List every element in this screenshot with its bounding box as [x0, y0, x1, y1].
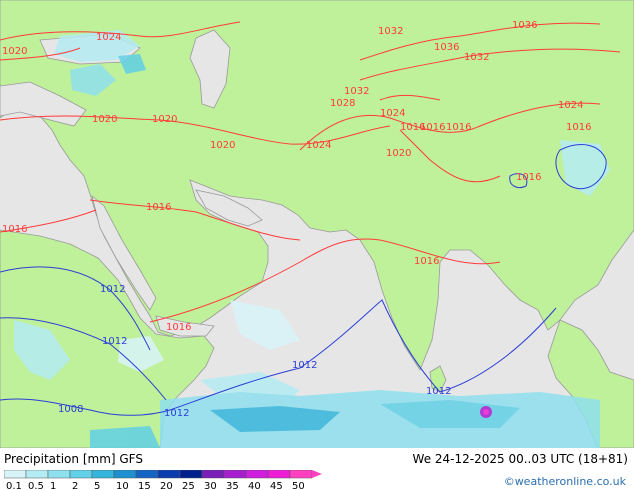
isobar-label: 1020: [92, 114, 117, 125]
isobar-label: 1028: [330, 98, 355, 109]
isobar-label: 1016: [414, 256, 439, 267]
isobar-label: 1024: [306, 140, 331, 151]
isobar-label: 1036: [512, 20, 537, 31]
colorbar-swatch: [91, 470, 115, 479]
forecast-datetime: We 24-12-2025 00..03 UTC (18+81): [412, 452, 628, 466]
colorbar-swatch: [289, 470, 313, 479]
colorbar-label: 0.1: [6, 481, 22, 490]
colorbar-label: 15: [138, 481, 151, 490]
isobar-label: 1016: [2, 224, 27, 235]
isobar-label: 1012: [292, 360, 317, 371]
isobar-label: 1020: [152, 114, 177, 125]
colorbar-swatch: [135, 470, 159, 479]
colorbar-swatch: [4, 470, 27, 479]
isobar-label: 1016: [166, 322, 191, 333]
isobar-label: 1024: [558, 100, 583, 111]
isobar-label: 1012: [102, 336, 127, 347]
isobar-label: 1016: [146, 202, 171, 213]
colorbar-label: 50: [292, 481, 305, 490]
colorbar-swatch: [47, 470, 71, 479]
credit-link[interactable]: ©weatheronline.co.uk: [504, 475, 626, 488]
colorbar-swatch: [179, 470, 203, 479]
isobar-label: 1016: [516, 172, 541, 183]
colorbar-label: 20: [160, 481, 173, 490]
colorbar-label: 5: [94, 481, 100, 490]
isobar-label: 1032: [344, 86, 369, 97]
colorbar-label: 25: [182, 481, 195, 490]
weather-map-view: 1020 1024 1020 1020 1020 1016 1016 1016 …: [0, 0, 634, 490]
isobar-label: 1016: [446, 122, 471, 133]
isobar-label: 1032: [464, 52, 489, 63]
isobar-label: 1016: [420, 122, 445, 133]
isobar-label: 1032: [378, 26, 403, 37]
colorbar-label: 2: [72, 481, 78, 490]
isobar-label: 1012: [100, 284, 125, 295]
isobar-label: 1012: [426, 386, 451, 397]
isobar-label: 1024: [380, 108, 405, 119]
colorbar-label: 10: [116, 481, 129, 490]
colorbar-swatch: [267, 470, 291, 479]
colorbar-swatch: [223, 470, 247, 479]
isobar-label: 1036: [434, 42, 459, 53]
isobar-label: 1020: [2, 46, 27, 57]
colorbar-label: 1: [50, 481, 56, 490]
colorbar-arrow: [312, 470, 322, 478]
isobar-label: 1008: [58, 404, 83, 415]
colorbar-label: 45: [270, 481, 283, 490]
isobar-label: 1016: [566, 122, 591, 133]
isobar-label: 1020: [386, 148, 411, 159]
colorbar-swatch: [201, 470, 225, 479]
precipitation-colorbar: 0.1 0.5 1 2 5 10 15 20 25 30 35 40 45 50: [4, 470, 322, 490]
legend-title: Precipitation [mm] GFS: [4, 452, 143, 466]
colorbar-label: 0.5: [28, 481, 44, 490]
colorbar-label: 40: [248, 481, 261, 490]
isobar-label: 1012: [164, 408, 189, 419]
colorbar-swatch: [157, 470, 181, 479]
colorbar-swatch: [113, 470, 137, 479]
colorbar-label: 30: [204, 481, 217, 490]
colorbar-swatch: [245, 470, 269, 479]
colorbar-swatch: [25, 470, 49, 479]
precipitation-map: 1020 1024 1020 1020 1020 1016 1016 1016 …: [0, 0, 634, 448]
colorbar-label: 35: [226, 481, 239, 490]
colorbar-swatch: [69, 470, 93, 479]
isobar-label: 1024: [96, 32, 121, 43]
isobar-label: 1020: [210, 140, 235, 151]
